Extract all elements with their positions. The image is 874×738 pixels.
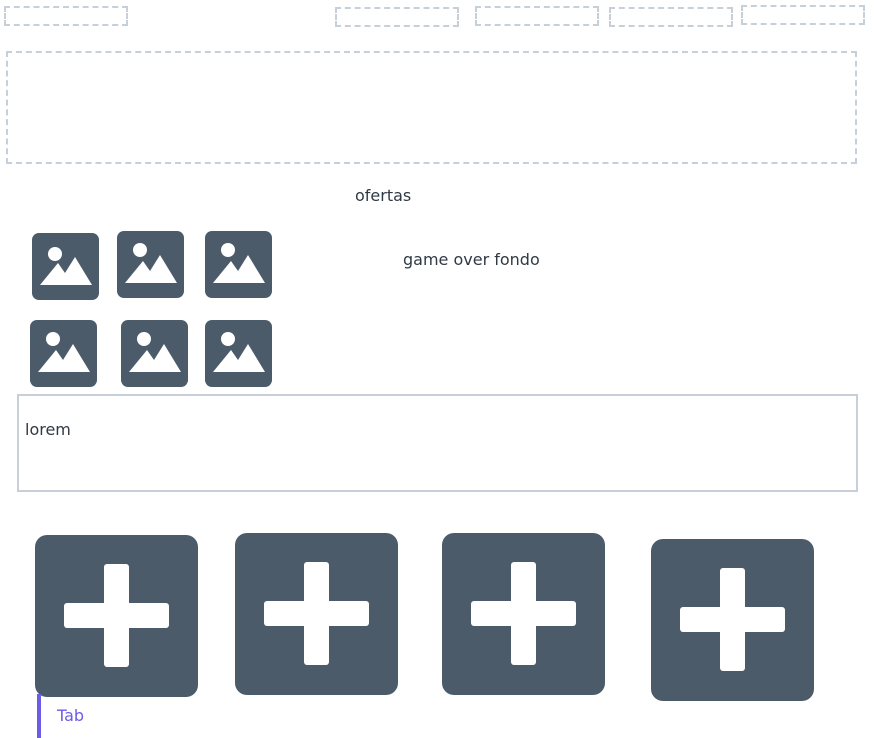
nav-placeholder-left[interactable] [4,6,128,26]
image-icon[interactable] [117,231,184,298]
image-icon[interactable] [30,320,97,387]
nav-placeholder-4[interactable] [609,7,733,27]
tab[interactable]: Tab [37,694,97,738]
section-caption: game over fondo [403,250,540,269]
tab-label: Tab [57,706,85,725]
banner-placeholder [6,51,857,164]
text-area-value: lorem [25,420,71,439]
plus-icon [680,568,785,671]
plus-icon [64,564,169,667]
text-area[interactable]: lorem [17,394,858,492]
add-button[interactable] [235,533,398,695]
image-icon[interactable] [205,231,272,298]
add-button[interactable] [35,535,198,697]
section-heading: ofertas [355,186,412,205]
add-button[interactable] [442,533,605,695]
nav-placeholder-2[interactable] [335,7,459,27]
image-icon[interactable] [205,320,272,387]
image-icon[interactable] [121,320,188,387]
add-button[interactable] [651,539,814,701]
plus-icon [264,562,369,665]
nav-placeholder-3[interactable] [475,6,599,26]
image-icon[interactable] [32,233,99,300]
nav-placeholder-5[interactable] [741,5,865,25]
plus-icon [471,562,576,665]
